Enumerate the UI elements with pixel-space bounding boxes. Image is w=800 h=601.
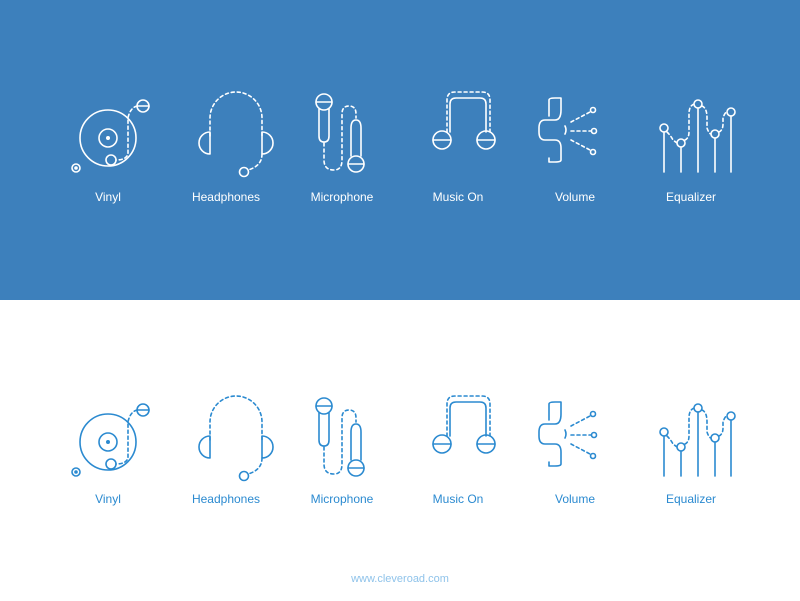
volume-icon — [535, 392, 635, 492]
equalizer-icon — [651, 392, 751, 492]
icon-label: Equalizer — [665, 492, 717, 506]
volume-icon — [535, 88, 635, 188]
headphones-icon — [186, 88, 286, 188]
icon-panel-white: Vinyl Headphones Microphone Music On Vol… — [0, 300, 800, 601]
headphones-icon — [186, 392, 286, 492]
equalizer-icon — [651, 88, 751, 188]
vinyl-icon — [68, 392, 168, 492]
icon-panel-blue: Vinyl Headphones Microphone Music On Vol… — [0, 0, 800, 300]
footer-url[interactable]: www.cleveroad.com — [0, 573, 800, 585]
microphone-icon — [302, 88, 402, 188]
vinyl-icon — [68, 88, 168, 188]
icon-label: Equalizer — [665, 190, 717, 204]
microphone-icon — [302, 392, 402, 492]
music-on-icon — [418, 88, 518, 188]
music-on-icon — [418, 392, 518, 492]
